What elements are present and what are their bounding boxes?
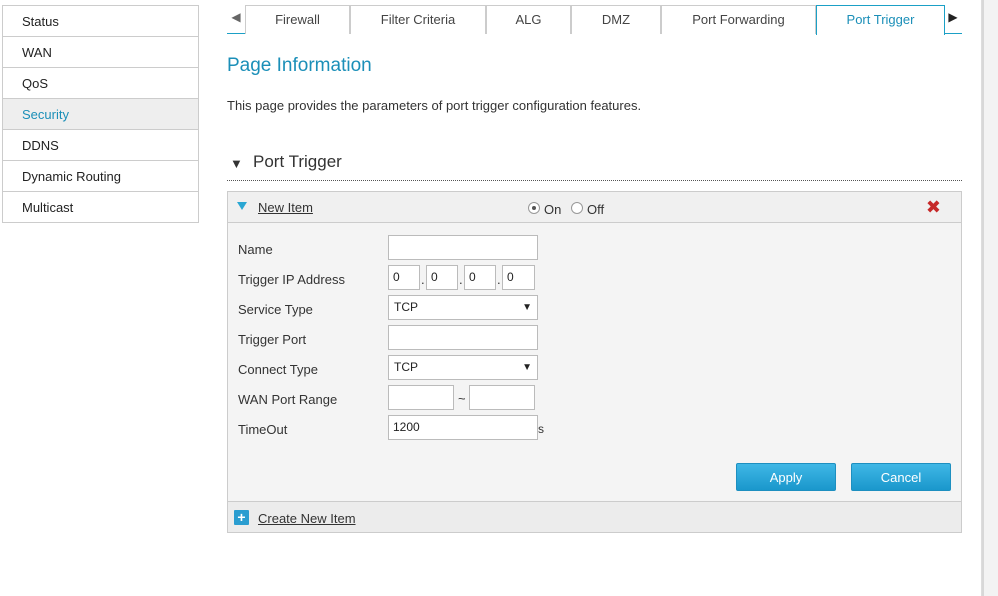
expand-triangle-icon[interactable] [237, 202, 247, 210]
delete-item-icon[interactable]: ✖ [926, 197, 941, 218]
name-input[interactable] [388, 235, 538, 260]
trigger-port-label: Trigger Port [238, 332, 307, 347]
on-radio[interactable] [528, 202, 540, 214]
section-title: Port Trigger [253, 152, 342, 171]
ip-dot-separator: . [459, 272, 463, 287]
section-header-port-trigger[interactable]: ▼ Port Trigger [227, 150, 962, 181]
chevron-down-icon: ▼ [522, 362, 532, 373]
trigger-ip-label: Trigger IP Address [238, 272, 345, 287]
timeout-input[interactable]: 1200 [388, 415, 538, 440]
create-new-item-link[interactable]: Create New Item [258, 511, 356, 526]
sidebar-item-security[interactable]: Security [3, 99, 198, 130]
on-radio-label: On [544, 202, 562, 217]
sidebar-item-dynamic-routing[interactable]: Dynamic Routing [3, 161, 198, 192]
ip-dot-separator: . [421, 272, 425, 287]
tab-scroll-right-icon[interactable]: ▶ [944, 5, 962, 33]
cancel-button[interactable]: Cancel [851, 463, 951, 491]
trigger-ip-octet-3[interactable]: 0 [464, 265, 496, 290]
sidebar-item-qos[interactable]: QoS [3, 68, 198, 99]
sidebar-item-multicast[interactable]: Multicast [3, 192, 198, 223]
page-description: This page provides the parameters of por… [227, 98, 642, 113]
sidebar-item-wan[interactable]: WAN [3, 37, 198, 68]
tab-dmz[interactable]: DMZ [571, 5, 661, 34]
name-label: Name [238, 242, 273, 257]
apply-button[interactable]: Apply [736, 463, 836, 491]
scrollbar-rail [982, 0, 984, 596]
wan-port-range-start-input[interactable] [388, 385, 454, 410]
panel-footer: + Create New Item [228, 501, 961, 532]
off-radio[interactable] [571, 202, 583, 214]
tab-port-trigger[interactable]: Port Trigger [816, 5, 945, 35]
service-type-value: TCP [394, 300, 418, 314]
chevron-down-icon: ▼ [522, 302, 532, 313]
connect-type-select[interactable]: TCP ▼ [388, 355, 538, 380]
plus-icon[interactable]: + [234, 510, 249, 525]
page-title: Page Information [227, 55, 372, 76]
connect-type-value: TCP [394, 360, 418, 374]
tab-firewall[interactable]: Firewall [245, 5, 350, 34]
trigger-ip-octet-4[interactable]: 0 [502, 265, 535, 290]
wan-port-range-end-input[interactable] [469, 385, 535, 410]
timeout-unit: s [538, 422, 544, 436]
tab-port-forwarding[interactable]: Port Forwarding [661, 5, 816, 34]
tab-scroll-left-icon[interactable]: ◀ [227, 5, 245, 33]
trigger-ip-octet-1[interactable]: 0 [388, 265, 420, 290]
ip-dot-separator: . [497, 272, 501, 287]
trigger-port-input[interactable] [388, 325, 538, 350]
tab-bar: ◀ Firewall Filter Criteria ALG DMZ Port … [227, 5, 962, 35]
sidebar-nav: Status WAN QoS Security DDNS Dynamic Rou… [2, 5, 199, 223]
trigger-ip-octet-2[interactable]: 0 [426, 265, 458, 290]
item-header: New Item On Off ✖ [228, 192, 961, 223]
vertical-scrollbar[interactable] [981, 0, 998, 596]
new-item-link[interactable]: New Item [258, 200, 313, 215]
timeout-label: TimeOut [238, 422, 288, 437]
sidebar-item-status[interactable]: Status [3, 6, 198, 37]
wan-port-range-label: WAN Port Range [238, 392, 338, 407]
range-separator: ~ [458, 391, 466, 406]
collapse-triangle-icon[interactable]: ▼ [230, 156, 243, 171]
tab-filter-criteria[interactable]: Filter Criteria [350, 5, 486, 34]
sidebar-item-ddns[interactable]: DDNS [3, 130, 198, 161]
port-trigger-item-panel: New Item On Off ✖ Name Trigger IP Addres… [227, 191, 962, 533]
service-type-select[interactable]: TCP ▼ [388, 295, 538, 320]
connect-type-label: Connect Type [238, 362, 318, 377]
tab-alg[interactable]: ALG [486, 5, 571, 34]
service-type-label: Service Type [238, 302, 313, 317]
off-radio-label: Off [587, 202, 605, 217]
